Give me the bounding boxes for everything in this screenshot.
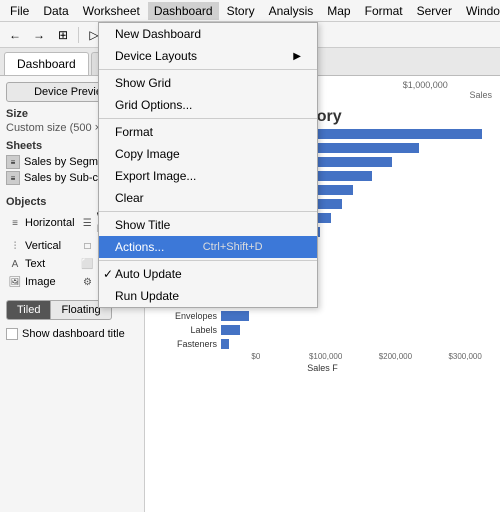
menu-separator — [99, 260, 317, 261]
menu-item-grid-options---[interactable]: Grid Options... — [99, 94, 317, 116]
menu-item-label: Grid Options... — [115, 98, 192, 112]
menu-item-label: Show Grid — [115, 76, 171, 90]
menu-item-label: New Dashboard — [115, 27, 201, 41]
dropdown-overlay: New Dashboard Device Layouts ▶ Show Grid Gri… — [0, 0, 500, 512]
menu-item-export-image---[interactable]: Export Image... — [99, 165, 317, 187]
menu-item-label: Copy Image — [115, 147, 180, 161]
menu-item-format[interactable]: Format — [99, 121, 317, 143]
shortcut-label: Ctrl+Shift+D — [203, 241, 263, 253]
menu-item-label: Actions... — [115, 240, 164, 254]
menu-item-show-title[interactable]: Show Title — [99, 214, 317, 236]
menu-item-device-layouts[interactable]: Device Layouts ▶ — [99, 45, 317, 67]
menu-item-run-update[interactable]: Run Update — [99, 285, 317, 307]
menu-item-label: Device Layouts — [115, 49, 197, 63]
menu-separator — [99, 118, 317, 119]
menu-separator — [99, 69, 317, 70]
menu-item-label: Format — [115, 125, 153, 139]
menu-item-new-dashboard[interactable]: New Dashboard — [99, 23, 317, 45]
menu-item-label: Auto Update — [115, 267, 182, 281]
menu-item-clear[interactable]: Clear — [99, 187, 317, 209]
submenu-arrow-icon: ▶ — [293, 51, 301, 62]
check-icon: ✓ — [103, 267, 113, 281]
dropdown-menu: New Dashboard Device Layouts ▶ Show Grid Gri… — [98, 22, 318, 308]
menu-item-copy-image[interactable]: Copy Image — [99, 143, 317, 165]
menu-item-auto-update[interactable]: ✓Auto Update — [99, 263, 317, 285]
menu-item-label: Clear — [115, 191, 144, 205]
menu-item-label: Export Image... — [115, 169, 196, 183]
menu-item-label: Show Title — [115, 218, 170, 232]
menu-separator — [99, 211, 317, 212]
menu-item-label: Run Update — [115, 289, 179, 303]
menu-item-actions---[interactable]: Actions... Ctrl+Shift+D — [99, 236, 317, 258]
menu-item-show-grid[interactable]: Show Grid — [99, 72, 317, 94]
